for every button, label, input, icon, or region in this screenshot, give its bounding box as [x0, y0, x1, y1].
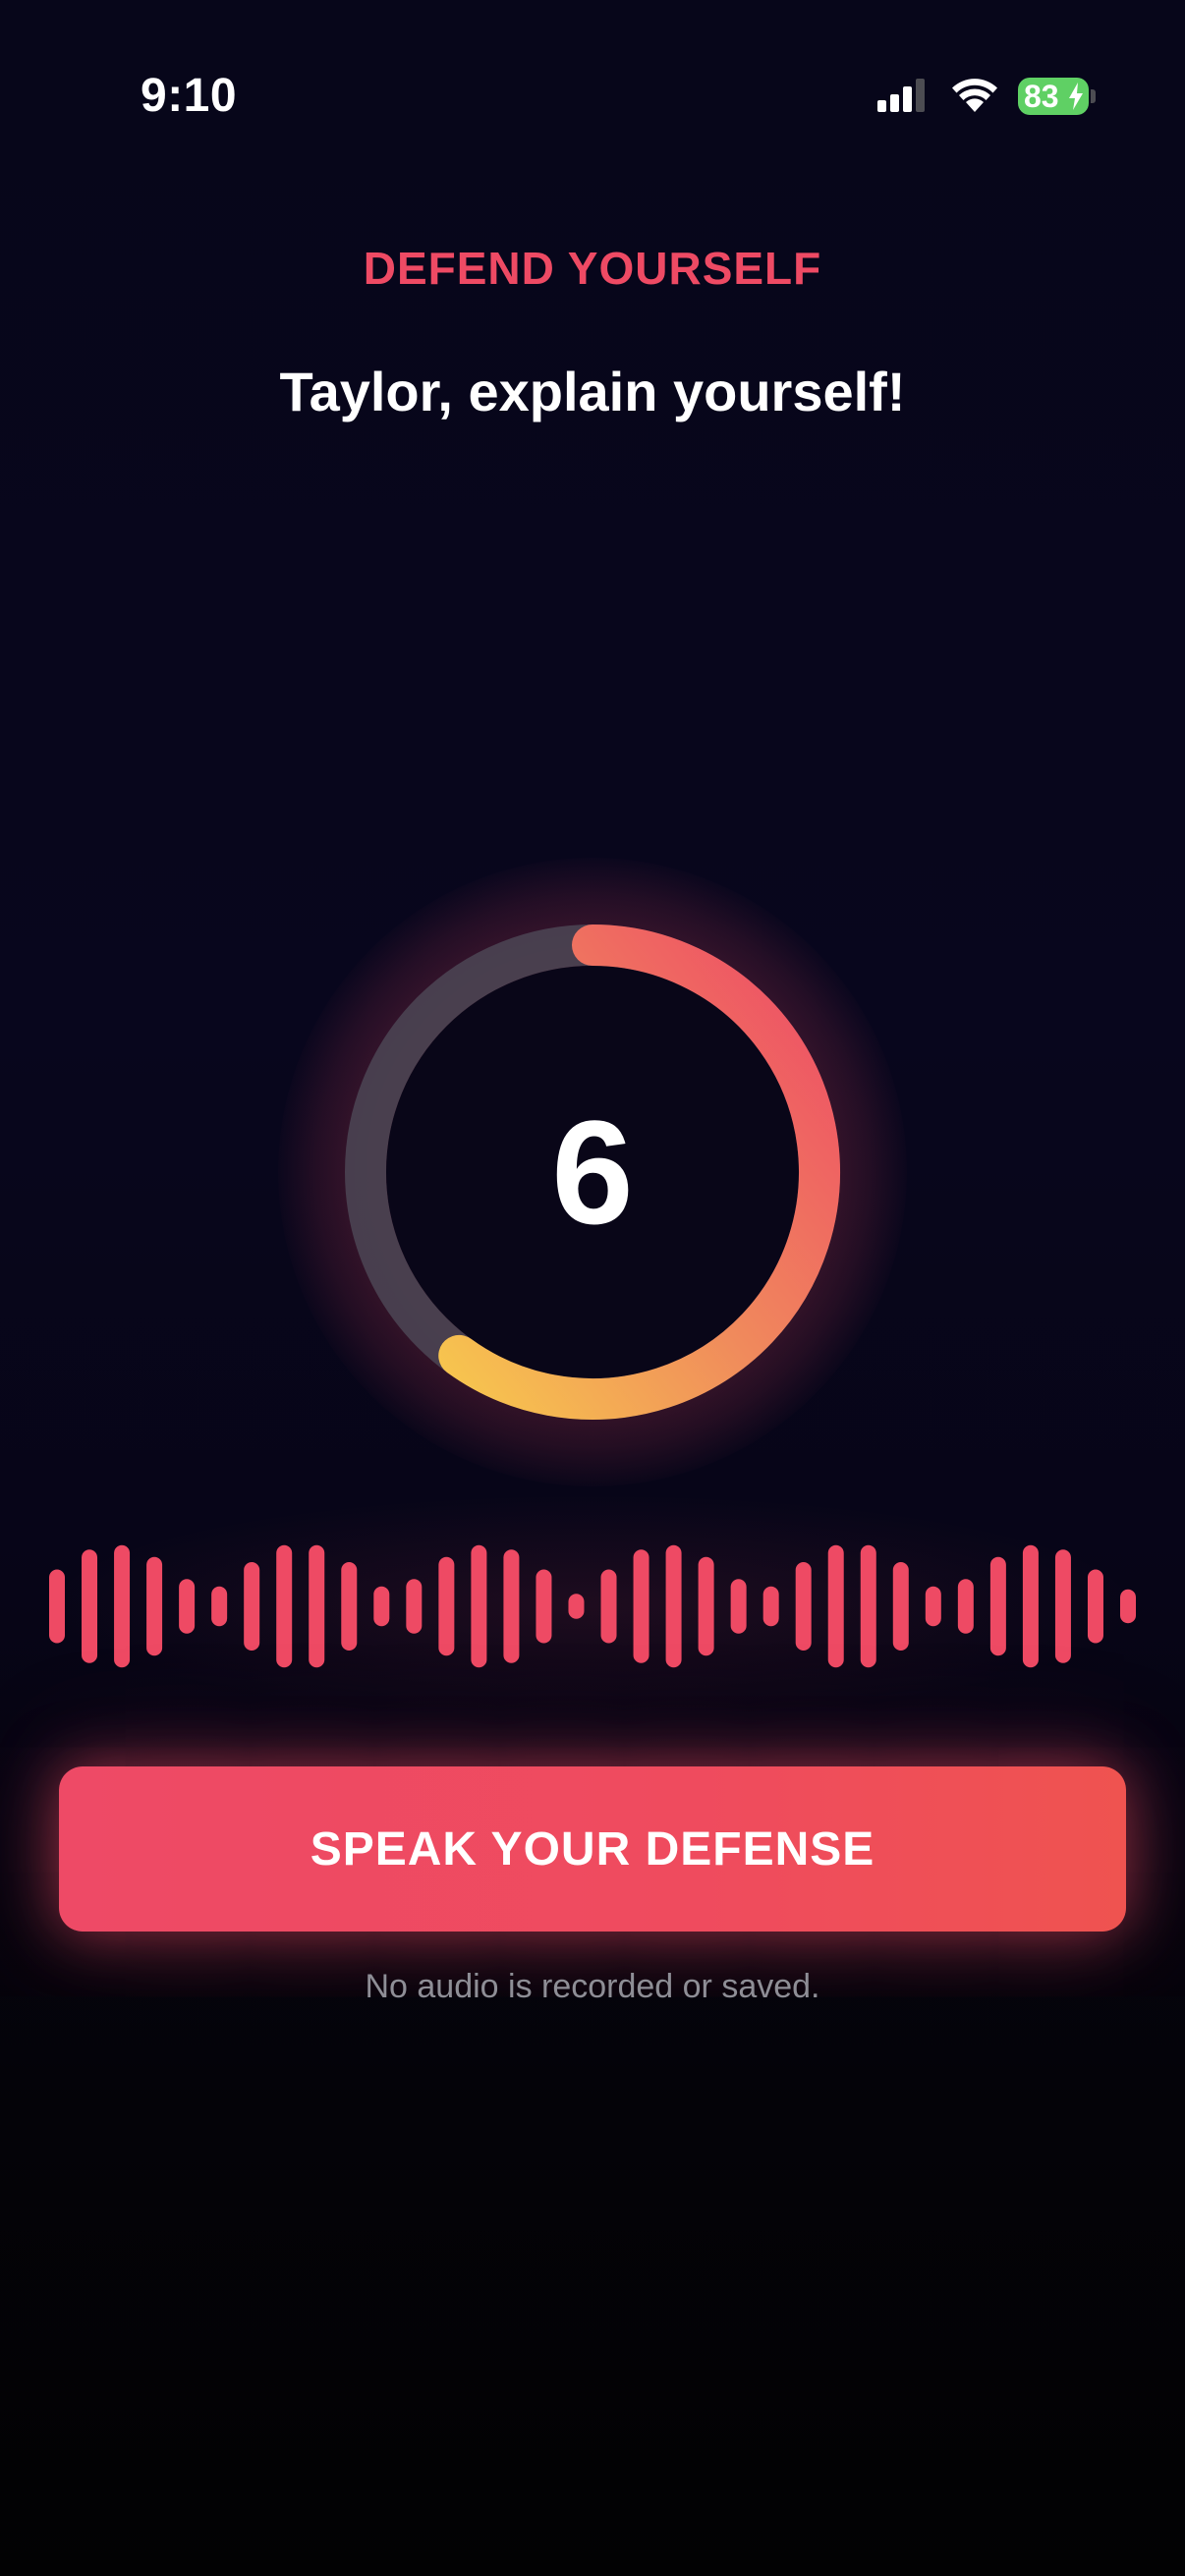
waveform-bar — [600, 1569, 617, 1644]
audio-waveform — [49, 1544, 1136, 1668]
waveform-bar — [82, 1549, 98, 1663]
waveform-bar — [373, 1586, 390, 1627]
battery-nub — [1091, 89, 1096, 103]
waveform-bar — [795, 1562, 812, 1651]
page-title: Taylor, explain yourself! — [279, 361, 906, 422]
waveform-bar — [406, 1579, 423, 1634]
waveform-bar — [211, 1586, 228, 1627]
waveform-bar — [341, 1562, 358, 1651]
privacy-disclaimer: No audio is recorded or saved. — [365, 1968, 820, 2005]
speak-defense-button[interactable]: SPEAK YOUR DEFENSE — [59, 1766, 1126, 1932]
waveform-bar — [892, 1562, 909, 1651]
cellular-signal-icon — [877, 79, 925, 112]
waveform-bar — [146, 1556, 163, 1656]
waveform-bar — [698, 1556, 714, 1656]
waveform-bar — [276, 1544, 293, 1668]
waveform-bar — [179, 1579, 196, 1634]
waveform-bar — [536, 1569, 552, 1644]
waveform-bar — [633, 1549, 649, 1663]
wifi-icon — [952, 79, 997, 112]
status-bar: 9:10 83 — [0, 0, 1185, 196]
waveform-bar — [989, 1556, 1006, 1656]
charging-bolt-icon — [1069, 83, 1083, 110]
waveform-bar — [1120, 1589, 1136, 1624]
waveform-bar — [925, 1586, 941, 1627]
waveform-bar — [244, 1562, 260, 1651]
waveform-bar — [827, 1544, 844, 1668]
waveform-bar — [957, 1579, 974, 1634]
waveform-bar — [730, 1579, 747, 1634]
waveform-bar — [665, 1544, 682, 1668]
countdown-number: 6 — [551, 1090, 634, 1255]
waveform-bar — [1054, 1549, 1071, 1663]
waveform-bar — [860, 1544, 876, 1668]
section-eyebrow: DEFEND YOURSELF — [363, 243, 822, 294]
battery-charging-icon: 83 — [1018, 78, 1089, 115]
waveform-bar — [114, 1544, 131, 1668]
waveform-bar — [471, 1544, 487, 1668]
status-time: 9:10 — [141, 70, 238, 122]
waveform-bar — [309, 1544, 325, 1668]
waveform-bar — [438, 1556, 455, 1656]
waveform-bar — [1087, 1569, 1103, 1644]
waveform-bar — [49, 1569, 65, 1644]
waveform-bar — [1022, 1544, 1039, 1668]
waveform-bar — [762, 1586, 779, 1627]
battery-level: 83 — [1024, 79, 1059, 114]
waveform-bar — [568, 1594, 585, 1619]
waveform-bar — [503, 1549, 520, 1663]
